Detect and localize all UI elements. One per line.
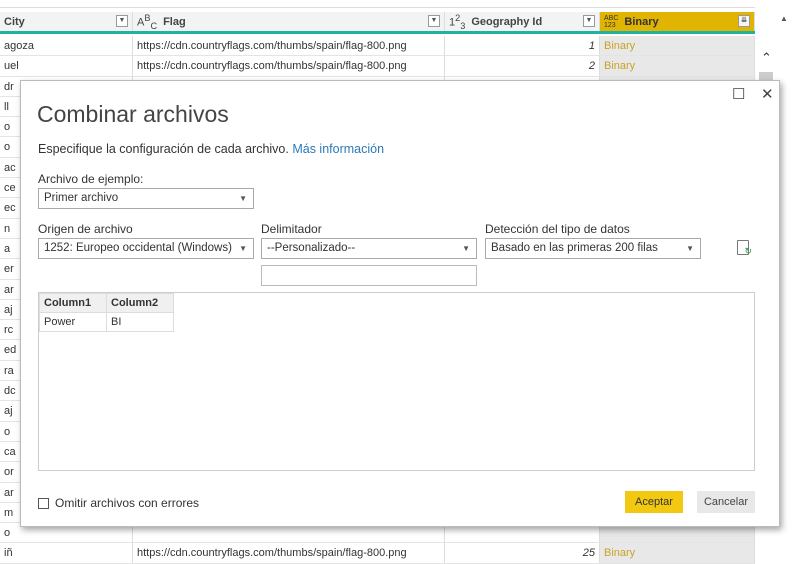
- column-filter-dropdown[interactable]: ▼: [583, 15, 595, 27]
- cell-geography-id: 1: [445, 36, 600, 56]
- column-name: City: [4, 15, 25, 28]
- chevron-down-icon: ▼: [239, 244, 247, 253]
- file-origin-label: Origen de archivo: [38, 222, 133, 236]
- formula-bar-area: [0, 0, 755, 8]
- cancel-button[interactable]: Cancelar: [697, 491, 755, 513]
- chevron-down-icon: ▼: [686, 244, 694, 253]
- description-text: Especifique la configuración de cada arc…: [38, 142, 289, 156]
- column-header-flag[interactable]: ABC Flag ▼: [133, 12, 445, 31]
- table-row: iñ https://cdn.countryflags.com/thumbs/sp…: [0, 543, 755, 564]
- cell-flag: https://cdn.countryflags.com/thumbs/spai…: [133, 543, 445, 563]
- checkbox-label: Omitir archivos con errores: [55, 496, 200, 510]
- sample-file-label: Archivo de ejemplo:: [38, 172, 144, 186]
- cell-flag: https://cdn.countryflags.com/thumbs/spai…: [133, 36, 445, 56]
- table-header: City ▼ ABC Flag ▼ 123 Geography Id ▼ ABC 123 Bi…: [0, 12, 755, 34]
- sample-file-select[interactable]: Primer archivo ▼: [38, 188, 254, 209]
- ok-button[interactable]: Aceptar: [625, 491, 683, 513]
- column-name: Geography Id: [471, 15, 543, 28]
- preview-pane: Column1 Column2 Power BI: [38, 292, 755, 471]
- preview-cell: BI: [106, 312, 174, 332]
- column-filter-dropdown[interactable]: ▼: [428, 15, 440, 27]
- cell-city: agoza: [0, 36, 133, 56]
- cell-binary[interactable]: Binary: [600, 543, 755, 563]
- cell-geography-id: 2: [445, 56, 600, 76]
- file-origin-select[interactable]: 1252: Europeo occidental (Windows) ▼: [38, 238, 254, 259]
- column-name: Flag: [163, 15, 186, 28]
- select-value: Basado en las primeras 200 filas: [491, 242, 658, 254]
- custom-delimiter-input[interactable]: [261, 265, 477, 286]
- any-type-icon[interactable]: ABC 123: [604, 15, 618, 29]
- cell-binary[interactable]: Binary: [600, 36, 755, 56]
- column-header-city[interactable]: City ▼: [0, 12, 133, 31]
- cell-binary[interactable]: Binary: [600, 56, 755, 76]
- cell-city: iñ: [0, 543, 133, 563]
- chevron-down-icon: ▼: [239, 194, 247, 203]
- checkbox-box[interactable]: [38, 497, 49, 509]
- column-header-geography-id[interactable]: 123 Geography Id ▼: [445, 12, 600, 31]
- more-info-link[interactable]: Más información: [292, 142, 384, 156]
- cell-city: uel: [0, 56, 133, 76]
- preview-header: Column2: [106, 293, 174, 313]
- delimiter-label: Delimitador: [261, 222, 322, 236]
- select-value: Primer archivo: [44, 192, 119, 204]
- select-value: --Personalizado--: [267, 242, 356, 254]
- cell-geography-id: 25: [445, 543, 600, 563]
- maximize-icon[interactable]: ☐: [732, 85, 745, 103]
- number-type-icon[interactable]: 123: [449, 13, 465, 31]
- combine-files-dialog: ☐ ✕ Combinar archivos Especifique la con…: [20, 80, 780, 527]
- skip-errors-checkbox[interactable]: Omitir archivos con errores: [38, 496, 199, 510]
- preview-header: Column1: [39, 293, 107, 313]
- close-icon[interactable]: ✕: [761, 85, 774, 103]
- table-row: uel https://cdn.countryflags.com/thumbs/s…: [0, 56, 755, 77]
- dialog-title: Combinar archivos: [37, 101, 229, 127]
- data-type-detection-label: Detección del tipo de datos: [485, 222, 630, 236]
- expand-binary-icon[interactable]: ⇊: [738, 15, 750, 27]
- collapse-triangle-icon[interactable]: ▲: [780, 14, 788, 23]
- scroll-up-icon[interactable]: ⌃: [761, 50, 772, 66]
- text-type-icon[interactable]: ABC: [137, 13, 157, 31]
- cell-flag: https://cdn.countryflags.com/thumbs/spai…: [133, 56, 445, 76]
- data-type-detection-select[interactable]: Basado en las primeras 200 filas ▼: [485, 238, 701, 259]
- preview-cell: Power: [39, 312, 107, 332]
- refresh-preview-icon[interactable]: ↻: [737, 240, 752, 256]
- column-header-binary[interactable]: ABC 123 Binary ⇊: [600, 12, 755, 31]
- table-row: agoza https://cdn.countryflags.com/thumbs…: [0, 36, 755, 57]
- preview-table: Column1 Column2 Power BI: [39, 293, 174, 332]
- select-value: 1252: Europeo occidental (Windows): [44, 242, 232, 254]
- delimiter-select[interactable]: --Personalizado-- ▼: [261, 238, 477, 259]
- column-name: Binary: [624, 15, 659, 28]
- chevron-down-icon: ▼: [462, 244, 470, 253]
- column-filter-dropdown[interactable]: ▼: [116, 15, 128, 27]
- dialog-description: Especifique la configuración de cada arc…: [38, 142, 384, 156]
